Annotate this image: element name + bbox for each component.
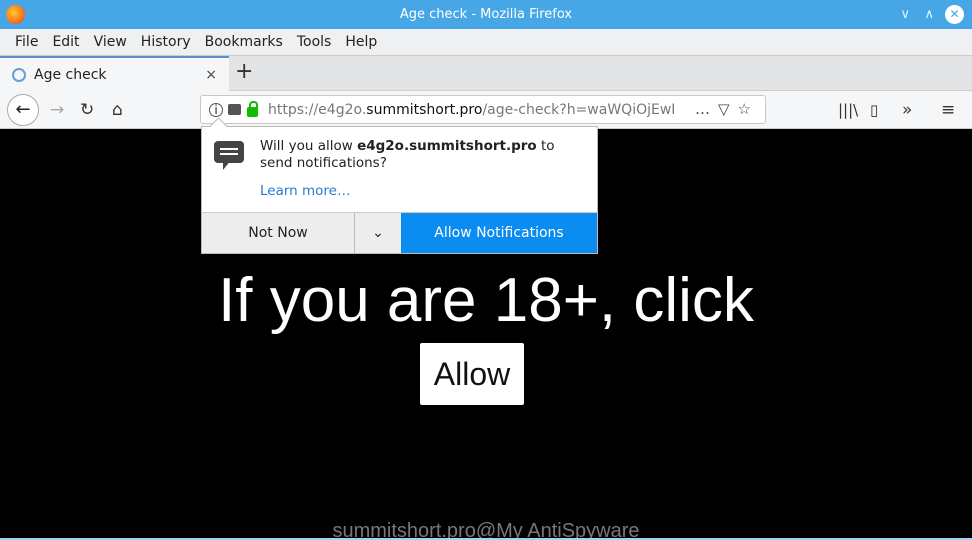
- allow-button[interactable]: Allow: [420, 343, 524, 405]
- menu-file[interactable]: File: [15, 34, 38, 50]
- page-actions: …▽☆: [695, 96, 759, 123]
- nav-bar: ← → ↻ ⌂ i https://e4g2o. summitshort.pro /…: [0, 91, 972, 129]
- info-icon[interactable]: i: [209, 102, 223, 117]
- hamburger-menu-icon[interactable]: ≡: [941, 91, 955, 129]
- tab-age-check[interactable]: Age check ×: [0, 56, 229, 91]
- pocket-icon[interactable]: ▽: [718, 100, 738, 118]
- url-path: /age-check?h=waWQiOjEwI: [482, 101, 676, 118]
- watermark: summitshort.pro@My AntiSpyware: [332, 520, 640, 540]
- bookmark-star-icon[interactable]: ☆: [738, 100, 759, 118]
- tab-favicon-icon: [12, 67, 26, 82]
- lock-icon: [247, 100, 258, 117]
- menu-view[interactable]: View: [94, 34, 127, 50]
- menu-help[interactable]: Help: [345, 34, 377, 50]
- not-now-button[interactable]: Not Now: [202, 213, 354, 253]
- maximize-button[interactable]: ∧: [924, 0, 934, 29]
- notification-message-icon: [214, 141, 244, 170]
- firefox-logo-icon: [6, 5, 25, 24]
- learn-more-link[interactable]: Learn more…: [260, 183, 351, 199]
- forward-button[interactable]: →: [50, 91, 64, 129]
- menu-tools[interactable]: Tools: [297, 34, 332, 50]
- popup-message: Will you allow e4g2o.summitshort.pro to …: [260, 138, 555, 171]
- notification-permission-popup: Will you allow e4g2o.summitshort.pro to …: [201, 126, 598, 254]
- url-bar[interactable]: i https://e4g2o. summitshort.pro/age-chec…: [200, 95, 766, 124]
- sidebar-icon[interactable]: ▯: [870, 91, 878, 129]
- menu-edit[interactable]: Edit: [52, 34, 79, 50]
- overflow-icon[interactable]: »: [902, 91, 912, 129]
- tab-bar: Age check × +: [0, 56, 972, 91]
- chevron-down-icon[interactable]: ⌄: [354, 213, 401, 253]
- window-title: Age check - Mozilla Firefox: [399, 7, 573, 22]
- allow-notifications-button[interactable]: Allow Notifications: [401, 213, 597, 253]
- url-prefix: https://e4g2o.: [268, 101, 367, 118]
- menu-bar: File Edit View History Bookmarks Tools H…: [0, 29, 972, 56]
- new-tab-button[interactable]: +: [235, 59, 253, 84]
- menu-bookmarks[interactable]: Bookmarks: [205, 34, 283, 50]
- menu-history[interactable]: History: [141, 34, 191, 50]
- reload-button[interactable]: ↻: [80, 91, 94, 129]
- url-domain: summitshort.pro: [366, 101, 483, 118]
- library-icon[interactable]: |||\: [838, 91, 858, 129]
- headline: If you are 18+, click: [218, 266, 754, 335]
- more-actions-icon[interactable]: …: [695, 100, 718, 118]
- tab-close-button[interactable]: ×: [205, 67, 217, 83]
- close-window-button[interactable]: ✕: [945, 5, 964, 24]
- tab-label: Age check: [34, 66, 107, 83]
- home-button[interactable]: ⌂: [112, 91, 123, 129]
- back-button[interactable]: ←: [7, 94, 39, 126]
- notification-permission-icon[interactable]: [228, 104, 241, 115]
- minimize-button[interactable]: ∨: [900, 0, 910, 29]
- title-bar: Age check - Mozilla Firefox ∨ ∧ ✕: [0, 0, 972, 29]
